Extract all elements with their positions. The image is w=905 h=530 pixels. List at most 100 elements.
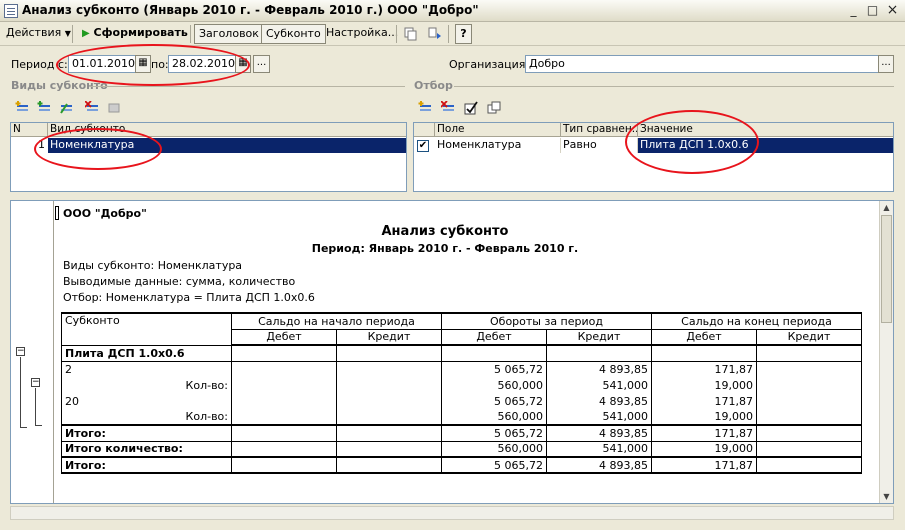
actions-menu[interactable]: Действия ▼ — [2, 24, 75, 44]
table-row: Итого: 5 065,72 4 893,85 171,87 — [61, 456, 862, 474]
header-debit: Дебет — [231, 328, 337, 346]
total-turnover-credit: 4 893,85 — [546, 424, 652, 442]
collapse-icon[interactable]: − — [16, 347, 25, 356]
period-select-button[interactable]: ... — [253, 55, 270, 73]
dropdown-arrow-icon: ▼ — [64, 29, 71, 38]
saldo-start-debit — [231, 409, 337, 425]
table-row: Кол-во: 560,000 541,000 19,000 — [61, 409, 862, 425]
report-info-data: Выводимые данные: сумма, количество — [63, 275, 296, 288]
total-qty-turnover-debit: 560,000 — [441, 440, 547, 458]
annotation-oval — [56, 44, 250, 86]
report-period: Период: Январь 2010 г. - Февраль 2010 г. — [311, 242, 579, 255]
clear-icon[interactable] — [106, 100, 122, 116]
column-header-n[interactable]: N — [11, 123, 48, 137]
group-name: Плита ДСП 1.0x0.6 — [61, 344, 232, 362]
actions-label: Действия — [6, 26, 62, 39]
header-credit: Кредит — [756, 328, 862, 346]
report-cursor — [55, 206, 59, 220]
row-label: Кол-во: — [61, 377, 232, 393]
toolbar-separator — [72, 25, 73, 43]
grand-total-turnover-credit: 4 893,85 — [546, 456, 652, 474]
report-info-subconto: Виды субконто: Номенклатура — [63, 259, 243, 272]
row-label: Кол-во: — [61, 409, 232, 425]
vertical-scrollbar[interactable]: ▲ ▼ — [879, 201, 893, 503]
play-icon: ▶ — [82, 28, 90, 39]
table-row: 20 5 065,72 4 893,85 171,87 — [61, 393, 862, 409]
maximize-button[interactable]: □ — [864, 3, 881, 19]
total-qty-turnover-credit: 541,000 — [546, 440, 652, 458]
header-credit: Кредит — [336, 328, 442, 346]
header-saldo-end: Сальдо на конец периода — [651, 312, 862, 330]
tree-line — [20, 427, 27, 428]
grand-total-label: Итого: — [61, 456, 232, 474]
total-qty-label: Итого количество: — [61, 440, 232, 458]
column-header-field[interactable]: Поле — [435, 123, 561, 137]
collapse-icon[interactable]: − — [31, 378, 40, 387]
saldo-end-credit — [756, 393, 862, 409]
saldo-end-debit: 19,000 — [651, 409, 757, 425]
annotation-oval — [34, 128, 162, 170]
turnover-credit: 4 893,85 — [546, 393, 652, 409]
total-label: Итого: — [61, 424, 232, 442]
delete-filter-icon[interactable] — [440, 100, 456, 116]
saldo-end-credit — [756, 361, 862, 377]
filter-field-cell[interactable]: Номенклатура — [435, 138, 561, 153]
saldo-end-debit: 171,87 — [651, 393, 757, 409]
scroll-down-icon[interactable]: ▼ — [880, 490, 893, 503]
close-button[interactable]: × — [884, 3, 901, 19]
section-divider — [90, 86, 405, 87]
copy-icon[interactable] — [403, 26, 419, 42]
turnover-debit: 5 065,72 — [441, 393, 547, 409]
saldo-start-credit — [336, 361, 442, 377]
column-header-check[interactable] — [414, 123, 435, 137]
filter-checkbox[interactable]: ✔ — [417, 140, 429, 152]
row-label: 2 — [61, 361, 232, 377]
help-button[interactable]: ? — [455, 24, 472, 44]
transfer-icon[interactable] — [427, 26, 443, 42]
total-saldo-end-debit: 171,87 — [651, 424, 757, 442]
table-row: Итого количество: 560,000 541,000 19,000 — [61, 440, 862, 458]
scroll-up-icon[interactable]: ▲ — [880, 201, 893, 214]
toolbar-separator — [448, 25, 449, 43]
table-row: Кол-во: 560,000 541,000 19,000 — [61, 377, 862, 393]
turnover-credit: 541,000 — [546, 409, 652, 425]
scroll-thumb[interactable] — [881, 215, 892, 323]
saldo-end-credit — [756, 409, 862, 425]
header-debit: Дебет — [441, 328, 547, 346]
total-turnover-debit: 5 065,72 — [441, 424, 547, 442]
total-qty-saldo-end-debit: 19,000 — [651, 440, 757, 458]
generate-button[interactable]: ▶ Сформировать — [78, 24, 192, 44]
copy-row-icon[interactable] — [36, 100, 52, 116]
subconto-button[interactable]: Субконто — [261, 24, 326, 44]
tree-line — [35, 388, 36, 425]
header-debit: Дебет — [651, 328, 757, 346]
turnover-debit: 560,000 — [441, 409, 547, 425]
header-button[interactable]: Заголовок — [194, 24, 264, 44]
grand-total-saldo-end-debit: 171,87 — [651, 456, 757, 474]
turnover-debit: 5 065,72 — [441, 361, 547, 377]
edit-row-icon[interactable] — [58, 100, 74, 116]
turnover-credit: 4 893,85 — [546, 361, 652, 377]
tree-line — [35, 425, 42, 426]
report-table: Субконто Сальдо на начало периода Оборот… — [61, 312, 862, 474]
annotation-oval — [625, 110, 759, 174]
minimize-button[interactable]: _ — [845, 3, 862, 19]
report-area[interactable]: ООО "Добро" Анализ субконто Период: Янва… — [10, 200, 894, 504]
check-all-icon[interactable] — [463, 100, 479, 116]
header-credit: Кредит — [546, 328, 652, 346]
saldo-start-debit — [231, 393, 337, 409]
organization-select-button[interactable]: ... — [878, 55, 894, 73]
horizontal-scrollbar[interactable] — [10, 506, 894, 520]
turnover-credit: 541,000 — [546, 377, 652, 393]
uncheck-all-icon[interactable] — [486, 100, 502, 116]
add-filter-icon[interactable] — [417, 100, 433, 116]
toolbar-separator — [396, 25, 397, 43]
organization-input[interactable]: Добро — [525, 55, 879, 73]
saldo-start-debit — [231, 361, 337, 377]
add-row-icon[interactable] — [14, 100, 30, 116]
report-company: ООО "Добро" — [63, 207, 147, 220]
settings-button[interactable]: Настройка... — [322, 24, 402, 44]
filter-section-title: Отбор — [414, 79, 453, 92]
delete-row-icon[interactable] — [84, 100, 100, 116]
tree-line — [20, 357, 21, 427]
